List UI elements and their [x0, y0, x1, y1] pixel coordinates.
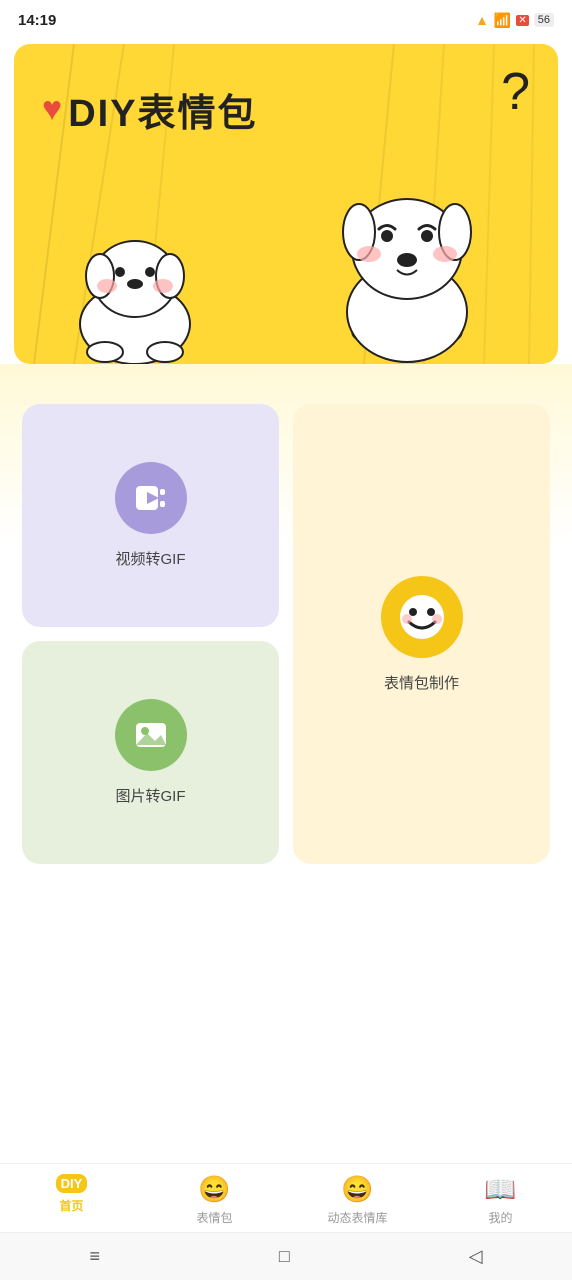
emoji-icon-wrap	[381, 576, 463, 658]
card-photo-to-gif[interactable]: 图片转GIF	[22, 641, 279, 864]
nav-item-dynamic[interactable]: 😄 动态表情库	[286, 1174, 429, 1226]
photo-gif-icon	[133, 717, 169, 753]
photo-to-gif-label: 图片转GIF	[116, 785, 186, 806]
diy-logo: DIY	[56, 1174, 88, 1193]
status-time: 14:19	[18, 12, 56, 29]
video-to-gif-label: 视频转GIF	[116, 548, 186, 569]
status-right: ▲ 📶 ✕ 56	[475, 12, 554, 29]
battery-level: 56	[538, 14, 550, 26]
video-icon-wrap	[115, 462, 187, 534]
wifi-icon: 📶	[494, 12, 511, 29]
nav-mine-icon: 📖	[484, 1174, 516, 1205]
system-nav: ≡ □ ◁	[0, 1232, 572, 1280]
nav-item-home[interactable]: DIY 首页	[0, 1174, 143, 1226]
banner-title: ♥ DIY表情包	[42, 82, 258, 137]
battery-indicator: 56	[534, 13, 554, 27]
battery-x-icon: ✕	[516, 15, 528, 26]
card-emoji-make[interactable]: 表情包制作	[293, 404, 550, 864]
nav-mine-label: 我的	[488, 1209, 512, 1226]
video-gif-icon	[133, 480, 169, 516]
nav-emoji-label: 表情包	[196, 1209, 232, 1226]
heart-icon: ♥	[42, 90, 64, 129]
sys-back-button[interactable]: ◁	[445, 1238, 507, 1275]
status-bar: 14:19 ▲ 📶 ✕ 56	[0, 0, 572, 36]
sys-menu-button[interactable]: ≡	[65, 1238, 124, 1275]
photo-icon-wrap	[115, 699, 187, 771]
dog-small-icon	[65, 204, 205, 364]
nav-emoji-icon: 😄	[198, 1174, 230, 1205]
nav-item-mine[interactable]: 📖 我的	[429, 1174, 572, 1226]
main-content: 视频转GIF 表情包制作	[0, 364, 572, 864]
emoji-make-label: 表情包制作	[384, 672, 459, 693]
bottom-nav: DIY 首页 😄 表情包 😄 动态表情库 📖 我的	[0, 1163, 572, 1232]
nav-dynamic-icon: 😄	[341, 1174, 373, 1205]
nav-item-emoji[interactable]: 😄 表情包	[143, 1174, 286, 1226]
feature-grid: 视频转GIF 表情包制作	[22, 404, 550, 864]
banner-title-text: DIY表情包	[68, 82, 257, 137]
dog-large-icon	[307, 164, 507, 364]
nav-home-label: 首页	[59, 1197, 83, 1214]
banner-characters	[14, 164, 558, 364]
emoji-face-icon	[397, 592, 447, 642]
sys-home-button[interactable]: □	[255, 1238, 314, 1275]
question-mark: ?	[501, 62, 530, 122]
banner[interactable]: ♥ DIY表情包 ?	[14, 44, 558, 364]
warning-icon: ▲	[475, 12, 489, 28]
card-video-to-gif[interactable]: 视频转GIF	[22, 404, 279, 627]
nav-dynamic-label: 动态表情库	[327, 1209, 387, 1226]
